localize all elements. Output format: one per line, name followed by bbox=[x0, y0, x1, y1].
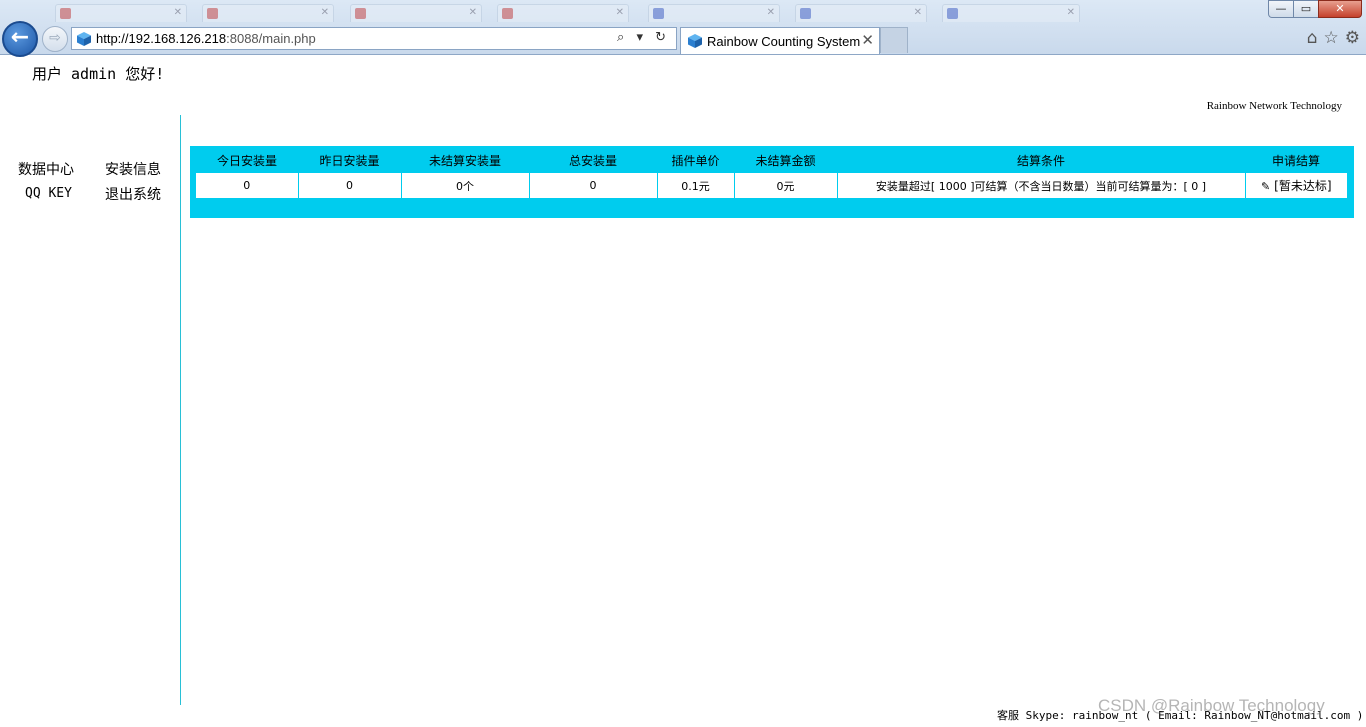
close-icon[interactable]: ✕ bbox=[861, 31, 874, 49]
unsettled-amount-cell: 0元 bbox=[733, 173, 837, 198]
watermark: CSDN @Rainbow Technology bbox=[1098, 696, 1325, 715]
yesterday-installs-cell: 0 bbox=[297, 173, 401, 198]
table-header-row: 今日安装量 昨日安装量 未结算安装量 总安装量 插件单价 未结算金额 结算条件 … bbox=[196, 148, 1347, 173]
background-tab[interactable]: ✕ bbox=[202, 4, 334, 22]
brand-text: Rainbow Network Technology bbox=[1206, 100, 1342, 112]
new-tab-button[interactable] bbox=[880, 27, 908, 53]
table-row: 0 0 0个 0 0.1元 0元 安装量超过[ 1000 ]可结算（不含当日数量… bbox=[196, 173, 1347, 198]
site-cube-icon bbox=[688, 34, 702, 48]
background-tab[interactable]: ✕ bbox=[497, 4, 629, 22]
tab-favicon-icon bbox=[800, 8, 811, 19]
close-icon[interactable]: ✕ bbox=[321, 7, 329, 18]
tab-favicon-icon bbox=[653, 8, 664, 19]
sidebar-item-logout[interactable]: 退出系统 bbox=[105, 184, 161, 204]
window-controls: — ▭ ✕ bbox=[1268, 0, 1362, 18]
minimize-button[interactable]: — bbox=[1268, 0, 1294, 18]
tab-favicon-icon bbox=[355, 8, 366, 19]
unit-price-cell: 0.1元 bbox=[656, 173, 734, 198]
today-installs-cell: 0 bbox=[196, 173, 298, 198]
tab-active[interactable]: Rainbow Counting System ✕ bbox=[680, 27, 880, 54]
column-header: 结算条件 bbox=[1016, 154, 1065, 168]
address-tools-icon[interactable]: ⌕ ▾ ↻ bbox=[617, 30, 670, 45]
apply-settlement-cell: ✎ [暂未达标] bbox=[1244, 173, 1347, 198]
close-icon[interactable]: ✕ bbox=[914, 7, 922, 18]
browser-toolbar-icons: ⌂ ☆ ⚙ bbox=[1307, 28, 1360, 48]
url-text: http://192.168.126.218:8088/main.php bbox=[96, 31, 316, 46]
sidebar-item-install-info[interactable]: 安装信息 bbox=[105, 159, 161, 179]
url-host: http://192.168.126.218 bbox=[96, 31, 227, 46]
column-header: 昨日安装量 bbox=[319, 154, 380, 168]
tab-title: Rainbow Counting System bbox=[707, 34, 861, 49]
user-greeting: 用户 admin 您好! bbox=[32, 65, 165, 83]
pencil-icon: ✎ bbox=[1260, 180, 1271, 193]
stats-table: 今日安装量 昨日安装量 未结算安装量 总安装量 插件单价 未结算金额 结算条件 … bbox=[196, 148, 1347, 198]
column-header: 申请结算 bbox=[1271, 154, 1320, 168]
url-path: :8088/main.php bbox=[226, 31, 316, 46]
sidebar-item-qq-key[interactable]: QQ KEY bbox=[25, 186, 72, 201]
column-header: 未结算金额 bbox=[755, 154, 816, 168]
close-icon[interactable]: ✕ bbox=[469, 7, 477, 18]
total-installs-cell: 0 bbox=[528, 173, 657, 198]
close-icon[interactable]: ✕ bbox=[767, 7, 775, 18]
background-tab[interactable]: ✕ bbox=[795, 4, 927, 22]
home-icon[interactable]: ⌂ bbox=[1307, 28, 1318, 48]
close-icon[interactable]: ✕ bbox=[174, 7, 182, 18]
column-header: 插件单价 bbox=[671, 154, 720, 168]
column-header: 总安装量 bbox=[568, 154, 617, 168]
sidebar-item-data-center[interactable]: 数据中心 bbox=[18, 159, 74, 179]
sidebar: 数据中心 安装信息 QQ KEY 退出系统 bbox=[0, 115, 181, 705]
site-cube-icon bbox=[77, 32, 91, 46]
column-header: 今日安装量 bbox=[216, 154, 277, 168]
close-icon[interactable]: ✕ bbox=[616, 7, 624, 18]
unsettled-installs-cell: 0个 bbox=[400, 173, 529, 198]
address-bar[interactable]: http://192.168.126.218:8088/main.php ⌕ ▾… bbox=[71, 27, 677, 50]
settlement-condition-cell: 安装量超过[ 1000 ]可结算（不含当日数量）当前可结算量为：[ 0 ] bbox=[836, 173, 1245, 198]
forward-button[interactable]: ⇨ bbox=[42, 26, 68, 52]
tab-favicon-icon bbox=[502, 8, 513, 19]
background-tab[interactable]: ✕ bbox=[648, 4, 780, 22]
favorites-star-icon[interactable]: ☆ bbox=[1324, 28, 1339, 48]
background-tab[interactable]: ✕ bbox=[350, 4, 482, 22]
tab-favicon-icon bbox=[207, 8, 218, 19]
browser-chrome: ✕ ✕ ✕ ✕ ✕ ✕ ✕ — ▭ ✕ ← ⇨ http://192.168.1… bbox=[0, 0, 1366, 57]
back-button[interactable]: ← bbox=[2, 21, 38, 57]
gear-icon[interactable]: ⚙ bbox=[1345, 28, 1360, 48]
tab-favicon-icon bbox=[60, 8, 71, 19]
background-tab[interactable]: ✕ bbox=[55, 4, 187, 22]
close-window-button[interactable]: ✕ bbox=[1318, 0, 1362, 18]
apply-settlement-link[interactable]: [暂未达标] bbox=[1274, 179, 1331, 193]
background-tab[interactable]: ✕ bbox=[942, 4, 1080, 22]
background-tabs: ✕ ✕ ✕ ✕ ✕ ✕ ✕ bbox=[0, 0, 1366, 22]
close-icon[interactable]: ✕ bbox=[1067, 7, 1075, 18]
tab-favicon-icon bbox=[947, 8, 958, 19]
stats-panel: 今日安装量 昨日安装量 未结算安装量 总安装量 插件单价 未结算金额 结算条件 … bbox=[190, 146, 1354, 218]
maximize-button[interactable]: ▭ bbox=[1293, 0, 1319, 18]
column-header: 未结算安装量 bbox=[428, 154, 501, 168]
